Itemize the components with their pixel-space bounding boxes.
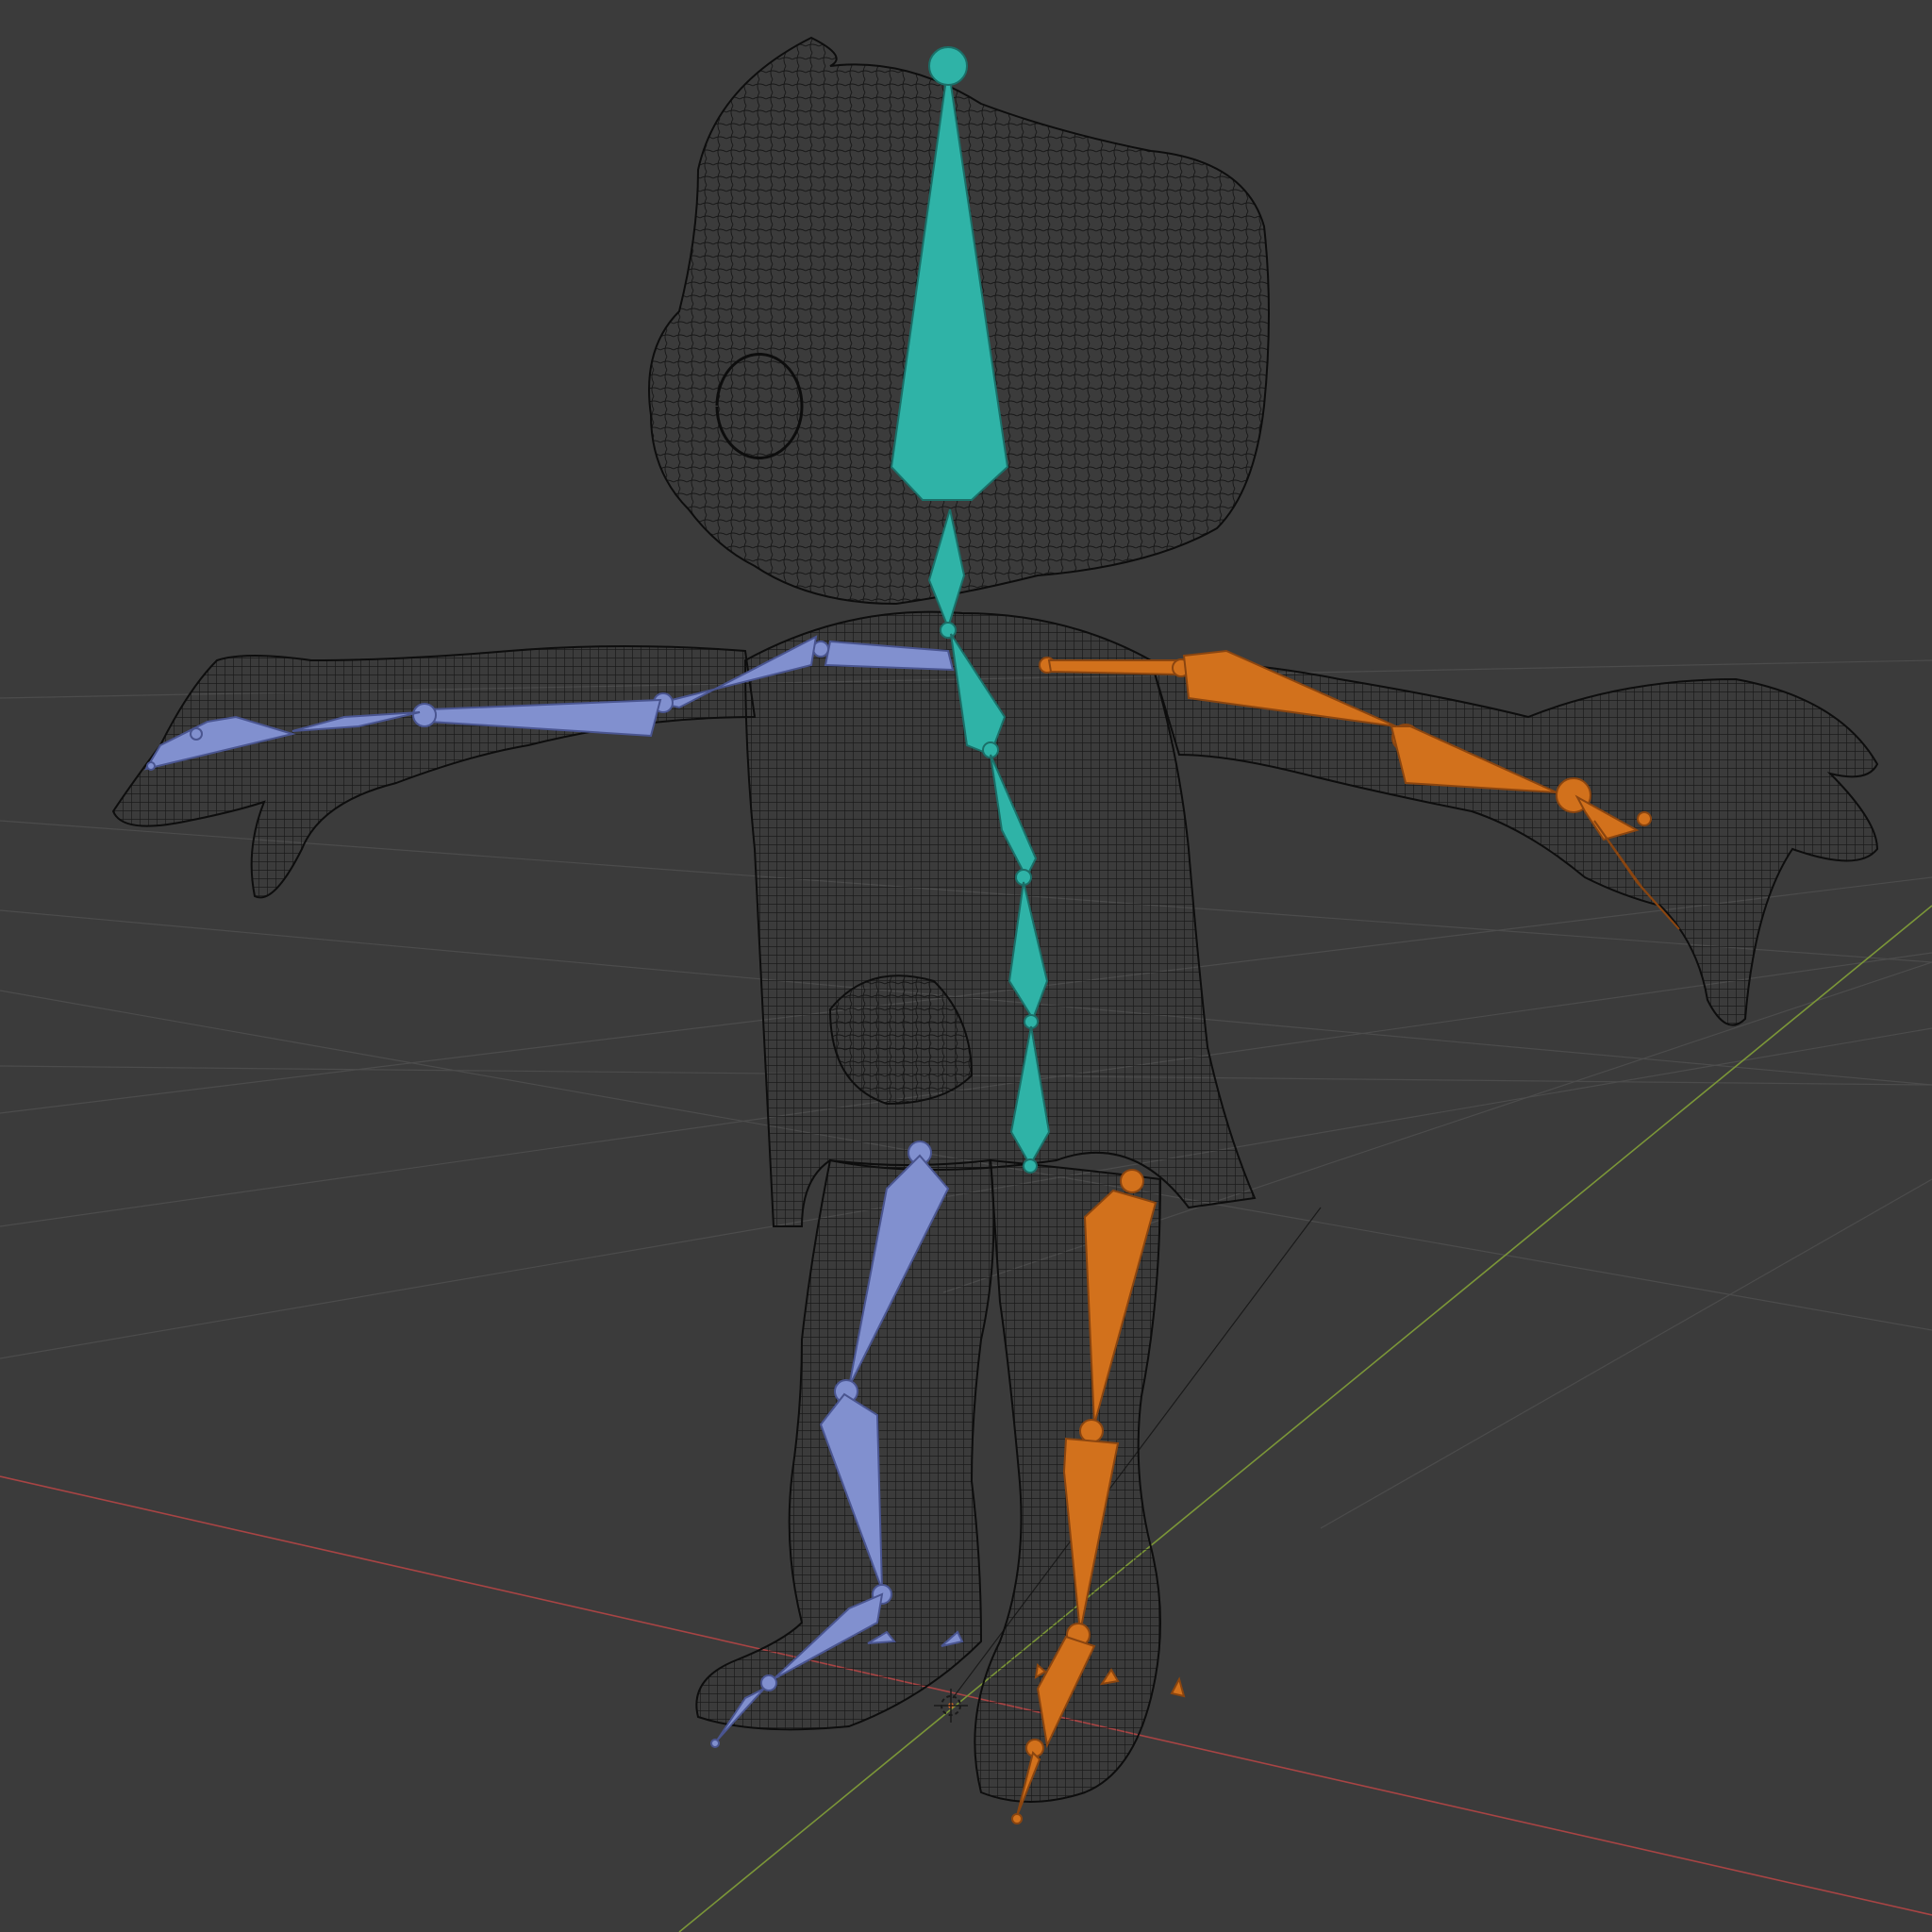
wrist-l-joint[interactable] <box>412 703 437 727</box>
character-mesh[interactable] <box>111 36 1879 1803</box>
mesh-arm-left <box>111 645 757 899</box>
hip-r-joint[interactable] <box>1120 1169 1144 1193</box>
viewport-canvas[interactable] <box>0 0 1932 1932</box>
knee-r-joint[interactable] <box>1079 1419 1104 1443</box>
shoulder-r-bone[interactable] <box>1047 659 1180 676</box>
head-bone-tip[interactable] <box>928 46 968 86</box>
mesh-arm-right <box>1149 658 1879 1026</box>
hips-joint[interactable] <box>1023 1158 1038 1174</box>
3d-viewport[interactable] <box>0 0 1932 1932</box>
3d-cursor-icon[interactable] <box>934 1689 968 1723</box>
neck-joint[interactable] <box>940 622 957 639</box>
